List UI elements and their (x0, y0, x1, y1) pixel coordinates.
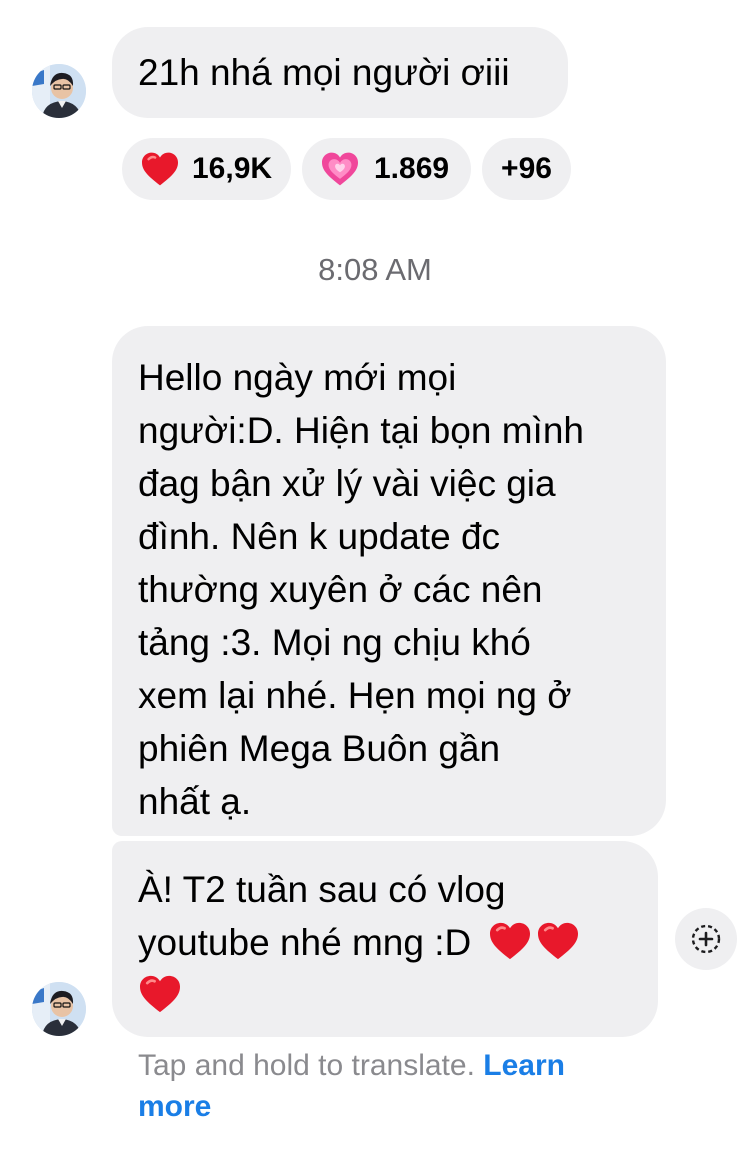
message-line: nhất ạ. (138, 781, 252, 822)
avatar-image (32, 982, 86, 1036)
message-text: 21h nhá mọi người ơiii (138, 52, 510, 93)
translate-hint-text: Tap and hold to translate. (138, 1049, 475, 1082)
message-bubble-third[interactable]: À! T2 tuần sau có vlog youtube nhé mng :… (112, 841, 658, 1037)
translate-hint: Tap and hold to translate. Learn more (138, 1045, 658, 1127)
learn-more-link[interactable]: Learn (483, 1049, 565, 1082)
message-line: xem lại nhé. Hẹn mọi ng ở (138, 675, 572, 716)
red-heart-icon (489, 922, 530, 960)
message-line: À! T2 tuần sau có vlog (138, 869, 506, 910)
sender-avatar-bottom[interactable] (32, 982, 86, 1036)
message-line: thường xuyên ở các nên (138, 569, 543, 610)
reaction-count: 1.869 (374, 152, 450, 185)
red-heart-icon (142, 152, 178, 186)
red-heart-icon (140, 975, 180, 1013)
learn-more-link-cont[interactable]: more (138, 1090, 211, 1123)
reaction-count: 16,9K (192, 152, 273, 185)
reaction-pink-heart[interactable]: 1.869 (300, 136, 473, 202)
message-line: người:D. Hiện tại bọn mình (138, 410, 584, 451)
add-reaction-button[interactable] (675, 908, 737, 970)
message-line: tảng :3. Mọi ng chịu khó (138, 622, 531, 663)
message-line-emoji (138, 969, 632, 1022)
message-line: đag bận xử lý vài việc gia (138, 463, 556, 504)
reaction-more-count: +96 (501, 152, 552, 185)
message-line-with-emoji: youtube nhé mng :D (138, 916, 632, 969)
red-heart-icon (537, 922, 578, 960)
reaction-more[interactable]: +96 (480, 136, 573, 202)
message-line: đình. Nên k update đc (138, 516, 501, 557)
message-line: phiên Mega Buôn gần (138, 728, 501, 769)
add-reaction-icon (691, 924, 721, 954)
message-bubble-second[interactable]: Hello ngày mới mọi người:D. Hiện tại bọn… (112, 326, 666, 836)
message-line: Hello ngày mới mọi (138, 357, 457, 398)
message-timestamp: 8:08 AM (318, 252, 432, 287)
sender-avatar-top[interactable] (32, 64, 86, 118)
reaction-red-heart[interactable]: 16,9K (120, 136, 293, 202)
message-bubble-first[interactable]: 21h nhá mọi người ơiii (112, 27, 568, 118)
pink-heart-icon (322, 152, 358, 186)
message-line-text: youtube nhé mng :D (138, 922, 472, 963)
avatar-image (32, 64, 86, 118)
